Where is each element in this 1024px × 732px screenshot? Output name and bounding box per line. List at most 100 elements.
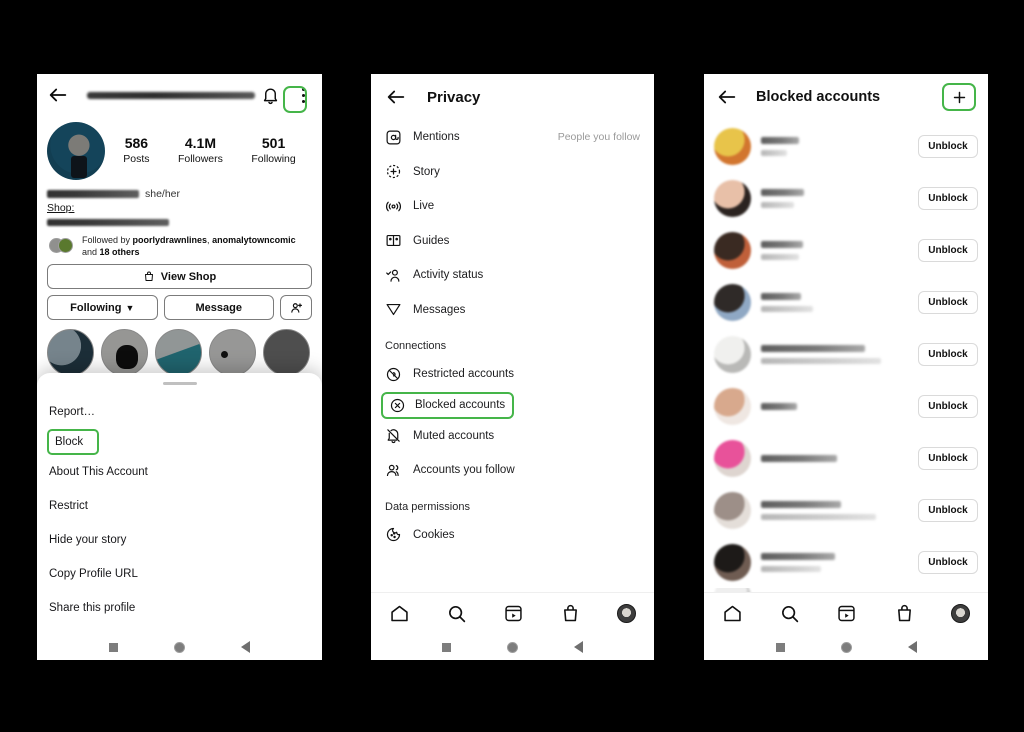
setting-row-mentions[interactable]: Mentions People you follow bbox=[371, 120, 654, 155]
sheet-item-restrict[interactable]: Restrict bbox=[37, 489, 322, 523]
mention-at-icon bbox=[386, 130, 401, 145]
blocked-account-row[interactable]: Unblock bbox=[704, 224, 988, 276]
setting-row-messages[interactable]: Messages bbox=[371, 293, 654, 328]
reels-icon[interactable] bbox=[503, 603, 524, 624]
avatar[interactable] bbox=[714, 439, 751, 477]
profile-topbar bbox=[37, 74, 322, 116]
sheet-item-copy-profile-url[interactable]: Copy Profile URL bbox=[37, 557, 322, 591]
unblock-button[interactable]: Unblock bbox=[918, 134, 978, 158]
unblock-button[interactable]: Unblock bbox=[918, 498, 978, 522]
blocked-account-row[interactable]: Unblock bbox=[704, 328, 988, 380]
stat-followers[interactable]: 4.1M Followers bbox=[178, 135, 223, 166]
blocked-account-row[interactable]: Unblock bbox=[704, 172, 988, 224]
profile-avatar-icon[interactable] bbox=[617, 604, 636, 623]
blocked-account-row[interactable]: Unblock bbox=[704, 120, 988, 172]
home-icon[interactable] bbox=[722, 603, 743, 624]
avatar[interactable] bbox=[714, 543, 751, 581]
setting-row-story[interactable]: Story bbox=[371, 155, 654, 190]
followed-by-user1[interactable]: poorlydrawnlines bbox=[133, 235, 208, 245]
home-icon[interactable] bbox=[389, 603, 410, 624]
stat-following[interactable]: 501 Following bbox=[251, 135, 295, 166]
unblock-button[interactable]: Unblock bbox=[918, 290, 978, 314]
blocked-account-row[interactable]: Unblock bbox=[704, 484, 988, 536]
following-button[interactable]: Following ▼ bbox=[47, 295, 158, 321]
setting-row-guides[interactable]: Guides bbox=[371, 224, 654, 259]
stat-posts[interactable]: 586 Posts bbox=[123, 135, 149, 166]
people-follow-icon bbox=[386, 464, 399, 476]
setting-row-cookies[interactable]: Cookies bbox=[371, 518, 654, 553]
unblock-button[interactable]: Unblock bbox=[918, 186, 978, 210]
story-highlight[interactable] bbox=[263, 329, 310, 377]
circle-home-icon[interactable] bbox=[507, 641, 518, 653]
unblock-button[interactable]: Unblock bbox=[918, 550, 978, 574]
unblock-button[interactable]: Unblock bbox=[918, 394, 978, 418]
account-handle-redacted bbox=[761, 149, 787, 156]
blocked-account-row[interactable]: Unblock bbox=[704, 432, 988, 484]
search-icon[interactable] bbox=[779, 603, 800, 624]
avatar[interactable] bbox=[714, 283, 751, 321]
avatar[interactable] bbox=[714, 491, 751, 529]
triangle-back-icon[interactable] bbox=[574, 641, 583, 653]
back-arrow-icon[interactable] bbox=[716, 86, 738, 108]
messages-paperplane-icon bbox=[386, 304, 401, 316]
circle-home-icon[interactable] bbox=[840, 641, 852, 653]
square-recents-icon[interactable] bbox=[775, 642, 785, 652]
message-label: Message bbox=[195, 301, 242, 314]
shop-bag-icon bbox=[144, 271, 153, 282]
setting-row-accounts-you-follow[interactable]: Accounts you follow bbox=[371, 453, 654, 488]
triangle-back-icon[interactable] bbox=[241, 641, 250, 653]
add-blocked-account-button[interactable] bbox=[942, 83, 976, 111]
account-name-redacted bbox=[761, 292, 801, 300]
sheet-item-about-this-account[interactable]: About This Account bbox=[37, 455, 322, 489]
shop-bag-icon[interactable] bbox=[560, 603, 581, 624]
back-arrow-icon[interactable] bbox=[47, 84, 69, 106]
blocked-accounts-list: Unblock Unblock Unblock Unblock Unblock Unblo… bbox=[704, 120, 988, 604]
story-highlight[interactable] bbox=[209, 329, 256, 377]
story-highlight[interactable] bbox=[101, 329, 148, 377]
triangle-back-icon[interactable] bbox=[907, 641, 917, 653]
reels-icon[interactable] bbox=[836, 603, 857, 624]
avatar[interactable] bbox=[714, 231, 751, 269]
setting-row-restricted-accounts[interactable]: Restricted accounts bbox=[371, 357, 654, 392]
followed-by-row[interactable]: Followed by poorlydrawnlines, anomalytow… bbox=[37, 226, 322, 258]
setting-label: Live bbox=[413, 200, 435, 213]
story-highlight[interactable] bbox=[155, 329, 202, 377]
sheet-item-report[interactable]: Report… bbox=[37, 395, 322, 429]
square-recents-icon[interactable] bbox=[109, 642, 118, 652]
shop-bag-icon[interactable] bbox=[894, 603, 915, 624]
setting-row-blocked-accounts[interactable]: Blocked accounts bbox=[381, 391, 514, 419]
profile-avatar-icon[interactable] bbox=[950, 604, 970, 623]
unblock-button[interactable]: Unblock bbox=[918, 446, 978, 470]
avatar[interactable] bbox=[714, 387, 751, 425]
sheet-item-share-this-profile[interactable]: Share this profile bbox=[37, 591, 322, 625]
unblock-button[interactable]: Unblock bbox=[918, 238, 978, 262]
story-highlight[interactable] bbox=[47, 329, 94, 377]
avatar[interactable] bbox=[714, 335, 751, 373]
pronouns-label: she/her bbox=[145, 187, 181, 200]
search-icon[interactable] bbox=[446, 603, 467, 624]
avatar[interactable] bbox=[47, 122, 105, 180]
avatar[interactable] bbox=[714, 127, 751, 165]
setting-row-live[interactable]: Live bbox=[371, 189, 654, 224]
notifications-bell-icon[interactable] bbox=[261, 86, 280, 105]
square-recents-icon[interactable] bbox=[442, 642, 451, 652]
stat-label: Posts bbox=[123, 152, 150, 165]
add-person-button[interactable] bbox=[280, 295, 312, 321]
profile-screen-panel: 586 Posts 4.1M Followers 501 Following s… bbox=[37, 74, 322, 660]
followed-by-user2[interactable]: anomalytowncomic bbox=[212, 235, 296, 245]
page-title: Privacy bbox=[427, 88, 481, 106]
avatar[interactable] bbox=[714, 179, 751, 217]
view-shop-button[interactable]: View Shop bbox=[47, 264, 312, 290]
message-button[interactable]: Message bbox=[163, 295, 274, 321]
sheet-item-hide-your-story[interactable]: Hide your story bbox=[37, 523, 322, 557]
setting-row-activity-status[interactable]: Activity status bbox=[371, 258, 654, 293]
sheet-item-block[interactable]: Block bbox=[47, 429, 99, 455]
followed-by-others[interactable]: 18 others bbox=[100, 247, 140, 257]
circle-home-icon[interactable] bbox=[174, 641, 185, 653]
blocked-account-row[interactable]: Unblock bbox=[704, 380, 988, 432]
blocked-account-row[interactable]: Unblock bbox=[704, 536, 988, 588]
setting-row-muted-accounts[interactable]: Muted accounts bbox=[371, 419, 654, 454]
back-arrow-icon[interactable] bbox=[385, 86, 407, 108]
unblock-button[interactable]: Unblock bbox=[918, 342, 978, 366]
blocked-account-row[interactable]: Unblock bbox=[704, 276, 988, 328]
